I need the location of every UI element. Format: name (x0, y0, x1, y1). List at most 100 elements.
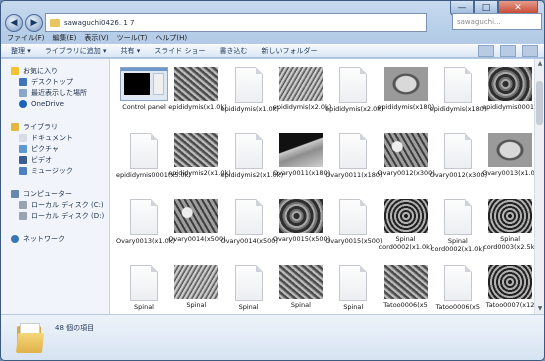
vertical-scrollbar[interactable]: ▲ ▼ (534, 59, 544, 314)
toolbar-button[interactable]: ライブラリに追加 ▾ (45, 46, 107, 56)
pictures-icon (19, 144, 27, 153)
file-name: Ovary0011(x180) (325, 171, 383, 179)
search-input[interactable]: sawaguchi... (452, 13, 542, 30)
file-item[interactable]: Spinal (325, 265, 381, 314)
toolbar-button[interactable]: スライド ショー (154, 46, 205, 56)
file-item[interactable]: Spinal (221, 265, 277, 314)
forward-button[interactable]: ▶ (25, 14, 43, 32)
document-icon (443, 265, 472, 301)
file-item[interactable]: Ovary0012(x300) (377, 133, 435, 197)
image-thumbnail (488, 67, 533, 101)
back-button[interactable]: ◀ (5, 14, 23, 32)
file-item[interactable]: Ovary0012(x300) (430, 133, 487, 197)
preview-pane-icon[interactable] (500, 45, 516, 57)
file-item[interactable]: Control panel (116, 67, 172, 131)
file-item[interactable]: Ovary0011(x180) (325, 133, 383, 197)
file-item[interactable]: Spinal (168, 265, 224, 314)
document-icon (443, 199, 472, 235)
document-icon (443, 67, 472, 103)
file-name: Spinal (186, 301, 207, 309)
navigation-pane: お気に入り デスクトップ 最近表示した場所 OneDrive ライブラリ ドキュ… (1, 59, 110, 314)
menu-item[interactable]: ヘルプ(H) (155, 33, 187, 43)
file-item[interactable]: epididymis(x2.0k) (272, 67, 332, 131)
file-item[interactable]: epididymis0001(x5.0k) (116, 133, 191, 197)
menu-item[interactable]: ツール(T) (117, 33, 148, 43)
document-icon (234, 199, 263, 235)
file-item[interactable]: epididymis(x180) (430, 67, 486, 131)
sidebar-item-music[interactable]: ミュージック (19, 165, 73, 176)
file-name: Ovary0012(x300) (377, 169, 435, 177)
file-item[interactable]: Tatoo0006(x5 (430, 265, 486, 314)
image-thumbnail (278, 265, 323, 299)
file-name: Ovary0013(x1.0k) (482, 169, 534, 177)
file-item[interactable]: epididymis(x1.0k) (221, 67, 279, 131)
sidebar-item-documents[interactable]: ドキュメント (19, 132, 73, 143)
toolbar-button[interactable]: 新しいフォルダー (261, 46, 317, 56)
file-item[interactable]: Ovary0015(x500) (273, 199, 330, 263)
file-item[interactable]: Spinal (116, 265, 172, 314)
menu-item[interactable]: ファイル(F) (7, 33, 45, 43)
image-thumbnail (488, 133, 533, 167)
file-item[interactable]: epididymis(x1.0k) (168, 67, 227, 131)
file-item[interactable]: Tatoo0006(x5 (378, 265, 434, 314)
file-item[interactable]: epididymis0001(x5.0k) (482, 67, 534, 131)
video-icon (19, 155, 27, 164)
menu-item[interactable]: 表示(V) (84, 33, 108, 43)
file-item[interactable]: epididymis2(x1.0k) (168, 133, 231, 197)
drive-icon (19, 200, 27, 209)
sidebar-item-pictures[interactable]: ピクチャ (19, 143, 59, 154)
file-item[interactable]: Spinal (273, 265, 329, 314)
file-name: epididymis(x2.0k) (272, 103, 332, 111)
sidebar-item-recent[interactable]: 最近表示した場所 (19, 87, 87, 98)
file-item[interactable]: Ovary0011(x180) (273, 133, 330, 197)
sidebar-item-onedrive[interactable]: OneDrive (19, 98, 64, 109)
toolbar-button[interactable]: 共有 ▾ (121, 46, 141, 56)
scroll-down-arrow[interactable]: ▼ (535, 304, 544, 314)
sidebar-item-videos[interactable]: ビデオ (19, 154, 52, 165)
file-item[interactable]: Ovary0014(x500) (168, 199, 226, 263)
file-name: Tatoo0006(x5 (435, 303, 481, 311)
sidebar-computer[interactable]: コンピューター (11, 188, 72, 199)
menu-item[interactable]: 編集(E) (53, 33, 77, 43)
help-icon[interactable] (522, 45, 538, 57)
file-item[interactable]: epididymis2(x1.0k) (221, 133, 283, 197)
file-name: Spinal cord0002(x1.0k) (430, 237, 485, 253)
image-thumbnail (488, 265, 533, 299)
document-icon (339, 265, 368, 301)
document-icon (443, 133, 472, 169)
file-item[interactable]: Ovary0015(x500) (325, 199, 383, 263)
sidebar-favorites[interactable]: お気に入り (11, 65, 58, 76)
document-icon (130, 133, 158, 169)
address-bar[interactable]: sawaguchi0426. 1 7 (45, 13, 427, 32)
scroll-up-arrow[interactable]: ▲ (535, 59, 544, 69)
file-item[interactable]: Spinal cord0002(x1.0k) (430, 199, 486, 263)
file-item[interactable]: Spinal cord0002(x1.0k) (378, 199, 434, 263)
image-thumbnail (174, 67, 219, 101)
toolbar-button[interactable]: 整理 ▾ (11, 46, 31, 56)
file-item[interactable]: epididymis(x180) (378, 67, 434, 131)
file-name: Ovary0013(x1.0k) (116, 237, 176, 245)
view-options-icon[interactable] (478, 45, 494, 57)
sidebar-item-disk-c[interactable]: ローカル ディスク (C:) (19, 199, 104, 210)
file-item[interactable]: Ovary0013(x1.0k) (116, 199, 176, 263)
sidebar-network[interactable]: ネットワーク (11, 233, 65, 244)
file-name: Ovary0014(x500) (220, 237, 278, 245)
menu-bar: ファイル(F) 編集(E) 表示(V) ツール(T) ヘルプ(H) (1, 33, 544, 43)
details-pane: 48 個の項目 (1, 314, 544, 360)
file-name: Spinal cord0003(x2.5k) (483, 235, 534, 251)
scrollbar-thumb[interactable] (536, 81, 543, 125)
document-icon (339, 67, 368, 103)
desktop-icon (19, 77, 27, 86)
file-item[interactable]: Ovary0014(x500) (220, 199, 278, 263)
document-icon (130, 199, 158, 235)
file-item[interactable]: Tatoo0007(x12 (482, 265, 534, 314)
sidebar-item-disk-d[interactable]: ローカル ディスク (D:) (19, 210, 104, 221)
file-item[interactable]: Spinal cord0003(x2.5k) (482, 199, 534, 263)
sidebar-libraries[interactable]: ライブラリ (11, 121, 58, 132)
file-item[interactable]: epididymis(x2.0k) (325, 67, 384, 131)
file-name: Tatoo0007(x12 (485, 301, 534, 309)
sidebar-item-desktop[interactable]: デスクトップ (19, 76, 73, 87)
toolbar-button[interactable]: 書き込む (219, 46, 247, 56)
image-thumbnail (488, 199, 533, 233)
file-item[interactable]: Ovary0013(x1.0k) (482, 133, 534, 197)
